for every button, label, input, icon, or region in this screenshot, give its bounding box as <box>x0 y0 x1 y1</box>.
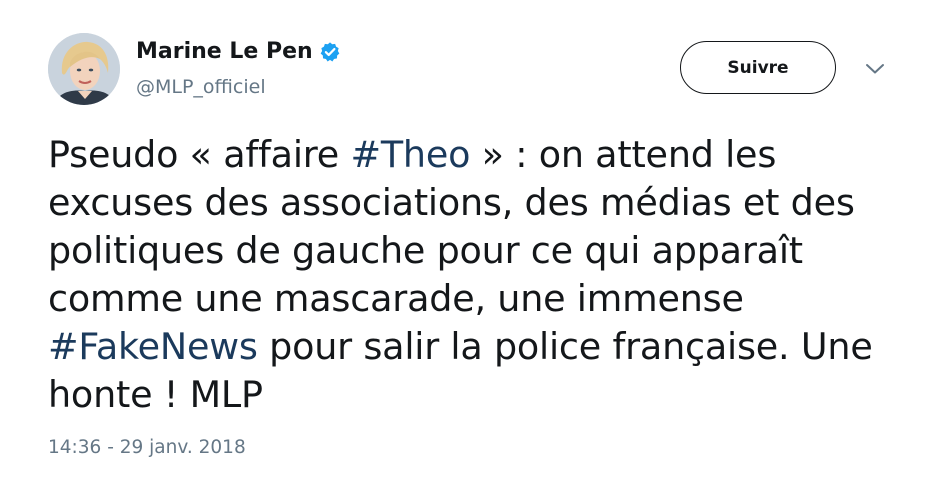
tweet-text-segment: excuses des associations, des médias et … <box>48 181 855 224</box>
tweet-text-segment: politiques de gauche pour ce qui apparaî… <box>48 229 803 272</box>
display-name[interactable]: Marine Le Pen <box>136 39 313 65</box>
hashtag-link[interactable]: #FakeNews <box>48 325 258 368</box>
tweet-line: politiques de gauche pour ce qui apparaî… <box>48 227 888 275</box>
hashtag-link[interactable]: #Theo <box>350 133 470 176</box>
verified-badge-icon <box>319 41 341 63</box>
user-name-row: Marine Le Pen <box>136 39 341 65</box>
user-handle[interactable]: @MLP_officiel <box>136 75 266 99</box>
tweet-line: excuses des associations, des médias et … <box>48 179 888 227</box>
tweet-line: comme une mascarade, une immense <box>48 275 888 323</box>
tweet-text-segment: honte ! MLP <box>48 373 263 416</box>
tweet-text-segment: comme une mascarade, une immense <box>48 277 744 320</box>
tweet-text: Pseudo « affaire #Theo » : on attend les… <box>48 131 888 419</box>
tweet-text-segment: Pseudo « affaire <box>48 133 351 176</box>
tweet-text-segment: » : on attend les <box>470 133 777 176</box>
chevron-down-icon[interactable] <box>862 60 888 78</box>
tweet-text-segment: pour salir la police française. Une <box>257 325 873 368</box>
tweet-line: honte ! MLP <box>48 371 888 419</box>
tweet-card: Marine Le Pen @MLP_officiel Suivre Pseud… <box>0 0 937 480</box>
tweet-line: #FakeNews pour salir la police française… <box>48 323 888 371</box>
tweet-timestamp[interactable]: 14:36 - 29 janv. 2018 <box>48 436 246 460</box>
follow-button[interactable]: Suivre <box>680 41 836 94</box>
tweet-line: Pseudo « affaire #Theo » : on attend les <box>48 131 888 179</box>
avatar[interactable] <box>48 33 120 105</box>
profile-photo-icon <box>48 33 120 105</box>
